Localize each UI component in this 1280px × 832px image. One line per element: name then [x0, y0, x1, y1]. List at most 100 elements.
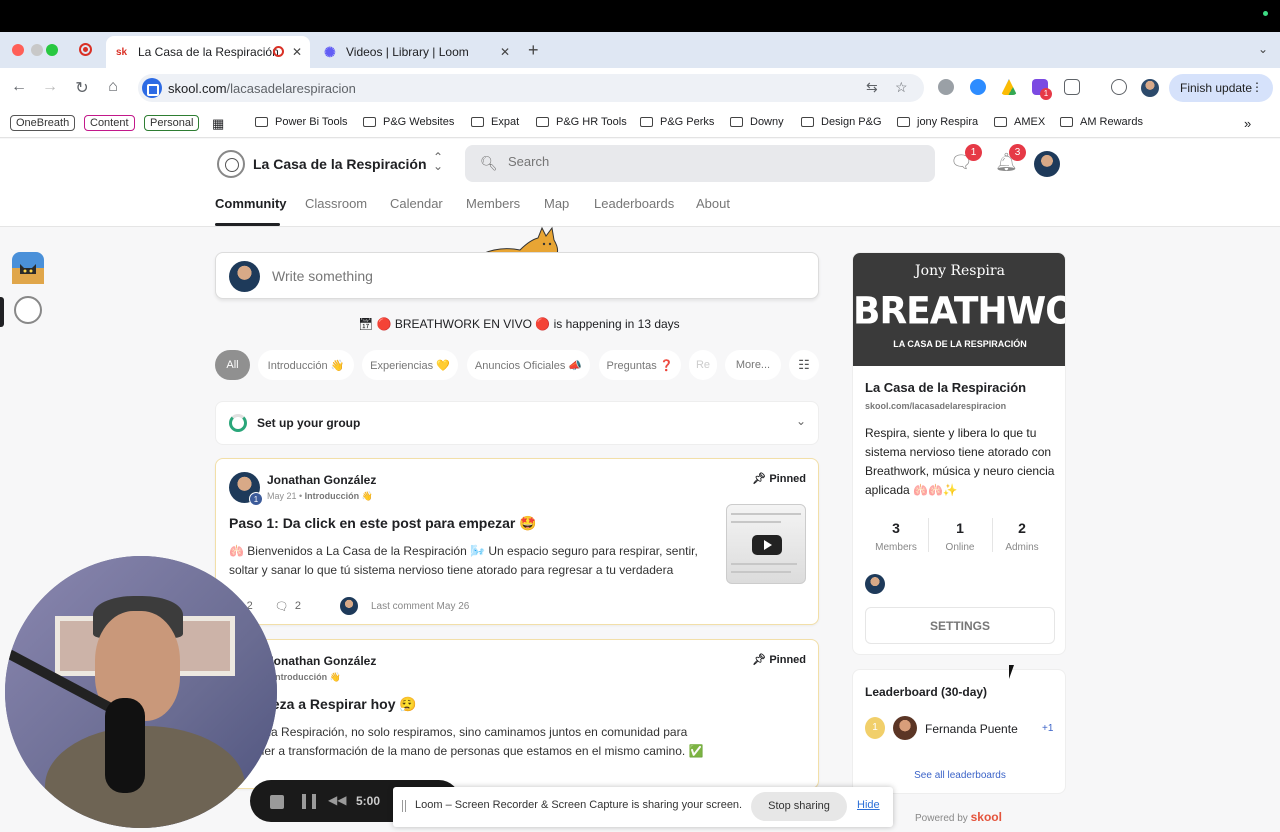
filter-settings-icon[interactable]: ☷ [789, 350, 819, 380]
bookmark-folder[interactable]: P&G HR Tools [536, 116, 627, 128]
settings-button[interactable]: SETTINGS [865, 607, 1055, 644]
tab-loom[interactable]: ✺ Videos | Library | Loom ✕ [314, 36, 518, 68]
rewind-icon[interactable]: ◀◀ [328, 793, 346, 807]
tab-members[interactable]: Members [466, 196, 520, 211]
filter-introduccion[interactable]: Introducción 👋 [258, 350, 354, 380]
tab-map[interactable]: Map [544, 196, 569, 211]
bookmark-folder[interactable]: AM Rewards [1060, 116, 1143, 128]
loom-webcam-bubble[interactable] [5, 556, 277, 828]
upcoming-event-banner[interactable]: 📅︎ 🔴 BREATHWORK EN VIVO 🔴 is happening i… [358, 317, 680, 331]
sharing-message: Loom – Screen Recorder & Screen Capture … [415, 799, 743, 811]
back-icon[interactable]: ← [9, 78, 29, 96]
stat-admins[interactable]: 2 Admins [991, 520, 1053, 553]
tab-search-chevron-icon[interactable]: ⌄ [1258, 42, 1268, 56]
performance-icon[interactable] [1111, 79, 1127, 95]
menu-dots-icon: ⋮ [1251, 80, 1263, 94]
omnibox[interactable]: skool.com/lacasadelarespiracion ⇆ ☆ [138, 74, 924, 102]
post-card[interactable]: Jonathan González • Introducción 👋 📌︎ Pi… [215, 639, 819, 789]
apps-grid-icon[interactable]: ▦ [212, 116, 224, 132]
member-avatar[interactable] [865, 574, 885, 594]
see-all-leaderboards-link[interactable]: See all leaderboards [853, 770, 1067, 781]
stop-sharing-button[interactable]: Stop sharing [751, 792, 847, 821]
folder-icon [363, 117, 376, 127]
hide-link[interactable]: Hide [857, 799, 880, 811]
tab-skool[interactable]: sk La Casa de la Respiración ✕ [106, 36, 310, 68]
more-bookmarks-icon[interactable]: » [1244, 116, 1251, 131]
search-input[interactable] [508, 154, 908, 169]
stat-members[interactable]: 3 Members [865, 520, 927, 553]
chevron-down-icon[interactable]: ⌄ [796, 414, 806, 428]
new-tab-icon[interactable]: + [528, 40, 539, 61]
bookmark-folder[interactable]: Power Bi Tools [255, 116, 348, 128]
write-placeholder: Write something [272, 268, 373, 284]
bookmark-folder[interactable]: P&G Perks [640, 116, 714, 128]
extensions-puzzle-icon[interactable] [1064, 79, 1080, 95]
leader-points: +1 [1042, 723, 1054, 734]
stop-recording-icon[interactable] [270, 795, 284, 809]
extension-lens-icon[interactable] [938, 79, 954, 95]
folder-icon [536, 117, 549, 127]
site-info-icon[interactable] [142, 78, 162, 98]
powered-by[interactable]: Powered by skool [915, 810, 1002, 824]
leader-name[interactable]: Fernanda Puente [925, 722, 1018, 736]
video-thumbnail[interactable] [726, 504, 806, 584]
bookmark-chip-personal[interactable]: Personal [144, 115, 200, 131]
finish-update-button[interactable]: Finish update ⋮ [1169, 74, 1273, 102]
group-logo-icon[interactable] [217, 150, 245, 178]
group-name[interactable]: La Casa de la Respiración [253, 156, 427, 172]
post-author[interactable]: Jonathan González [267, 654, 376, 668]
filter-experiencias[interactable]: Experiencias 💛 [362, 350, 458, 380]
forward-icon[interactable]: → [40, 78, 60, 96]
post-card[interactable]: 1 Jonathan González May 21 • Introducció… [215, 458, 819, 625]
group-switcher-icon[interactable]: ⌃ ⌄ [433, 151, 443, 172]
community-respiracion-icon[interactable] [14, 296, 42, 324]
folder-icon [255, 117, 268, 127]
screen-sharing-notice: Loom – Screen Recorder & Screen Capture … [393, 787, 893, 827]
close-tab-icon[interactable]: ✕ [292, 45, 302, 59]
progress-ring-icon [229, 414, 247, 432]
stat-online[interactable]: 1 Online [929, 520, 991, 553]
reload-icon[interactable]: ↻ [72, 78, 92, 98]
tab-about[interactable]: About [696, 196, 730, 211]
bookmark-folder[interactable]: P&G Websites [363, 116, 454, 128]
filter-anuncios[interactable]: Anuncios Oficiales 📣 [467, 350, 590, 380]
pause-icon[interactable] [302, 794, 316, 809]
maximize-window-icon[interactable] [46, 44, 58, 56]
bookmark-folder[interactable]: Design P&G [801, 116, 882, 128]
bookmark-folder[interactable]: jony Respira [897, 116, 978, 128]
close-window-icon[interactable] [12, 44, 24, 56]
tab-community[interactable]: Community [215, 196, 287, 211]
banner-brand: Jony Respira [915, 263, 1005, 279]
search-bar[interactable]: 🔍︎ [465, 145, 935, 182]
bookmark-chip-content[interactable]: Content [84, 115, 135, 131]
filter-truncated[interactable]: Re [689, 350, 717, 380]
profile-avatar[interactable] [1141, 79, 1159, 97]
filter-preguntas[interactable]: Preguntas ❓ [599, 350, 681, 380]
post-author[interactable]: Jonathan González [267, 473, 376, 487]
post-title[interactable]: Paso 1: Da click en este post para empez… [229, 515, 537, 532]
setup-group-panel[interactable]: Set up your group ⌄ [215, 401, 819, 445]
tab-leaderboards[interactable]: Leaderboards [594, 196, 674, 211]
tab-calendar[interactable]: Calendar [390, 196, 443, 211]
filter-more[interactable]: More... [725, 350, 781, 380]
bookmark-folder[interactable]: Expat [471, 116, 519, 128]
home-icon[interactable]: ⌂ [103, 78, 123, 96]
community-cat-icon[interactable] [12, 252, 44, 284]
write-post-box[interactable]: Write something [215, 252, 819, 299]
zoom-extension-icon[interactable] [970, 79, 986, 95]
bookmark-star-icon[interactable]: ☆ [895, 79, 908, 96]
bookmark-folder[interactable]: AMEX [994, 116, 1045, 128]
bookmark-folder[interactable]: Downy [730, 116, 784, 128]
bookmark-chip-onebreath[interactable]: OneBreath [10, 115, 76, 131]
group-url[interactable]: skool.com/lacasadelarespiracion [865, 401, 1006, 411]
drag-handle-icon[interactable] [402, 800, 406, 812]
user-avatar[interactable] [1034, 151, 1060, 177]
minimize-window-icon[interactable] [31, 44, 43, 56]
recording-icon[interactable] [79, 43, 92, 56]
filter-all[interactable]: All [215, 350, 250, 380]
leader-avatar[interactable] [893, 716, 917, 740]
close-tab-icon[interactable]: ✕ [500, 45, 510, 59]
translate-icon[interactable]: ⇆ [866, 79, 878, 96]
tab-classroom[interactable]: Classroom [305, 196, 367, 211]
level-badge: 1 [249, 492, 263, 506]
